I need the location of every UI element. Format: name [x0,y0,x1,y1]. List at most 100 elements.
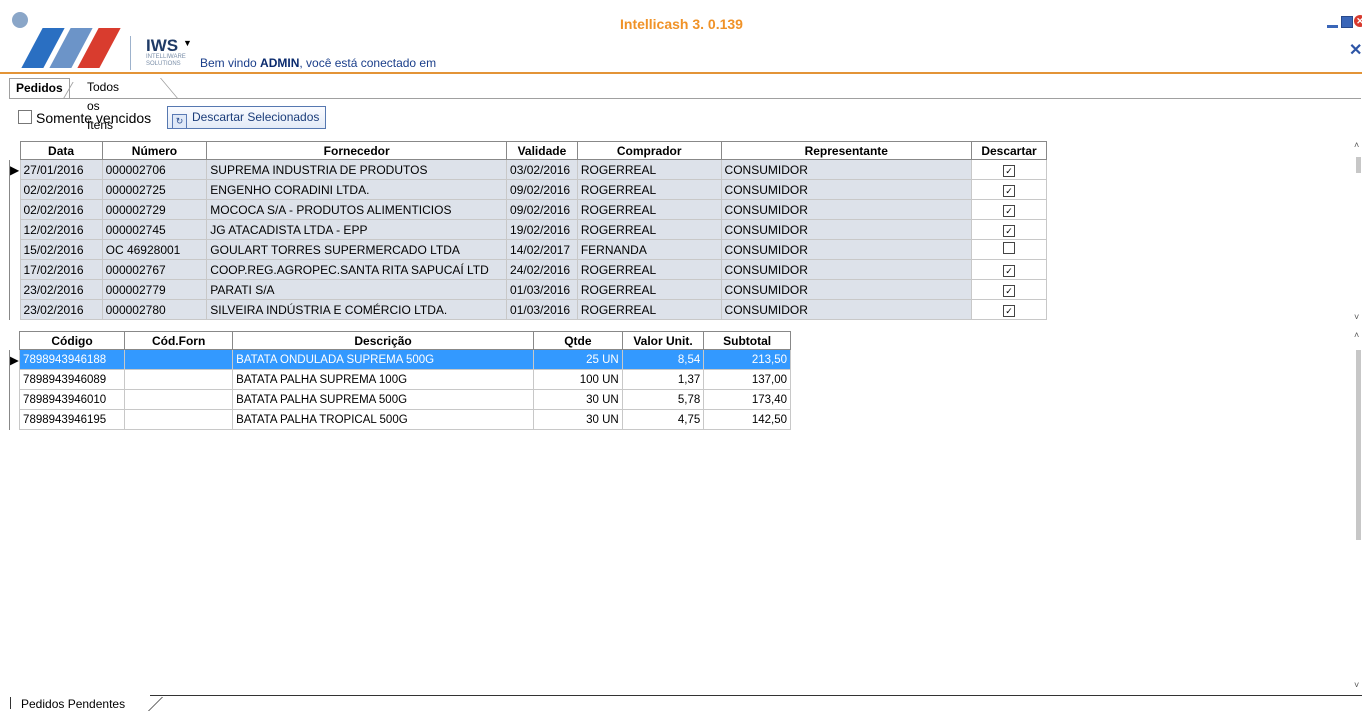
order-cell-numero[interactable]: 000002779 [101,279,208,300]
item-cell-cod-forn[interactable] [124,389,234,410]
order-cell-representante[interactable]: CONSUMIDOR [720,179,973,200]
order-cell-representante[interactable]: CONSUMIDOR [720,199,973,220]
checkbox-checked-icon[interactable]: ✓ [1003,204,1015,217]
order-cell-fornecedor[interactable]: ENGENHO CORADINI LTDA. [206,179,508,200]
order-cell-fornecedor[interactable]: JG ATACADISTA LTDA - EPP [206,219,508,240]
checkbox-checked-icon[interactable]: ✓ [1003,304,1015,317]
item-cell-qtde[interactable]: 100 UN [533,369,623,390]
column-header-representante[interactable]: Representante [720,141,973,160]
order-row[interactable]: 02/02/2016 000002725 ENGENHO CORADINI LTDA… [9,179,1047,200]
checkbox-icon[interactable] [18,110,32,124]
orders-scrollbar-thumb[interactable] [1356,157,1361,173]
item-cell-subtotal[interactable]: 137,00 [703,369,791,390]
order-cell-comprador[interactable]: ROGERREAL [576,179,722,200]
item-cell-descricao[interactable]: BATATA PALHA TROPICAL 500G [232,409,534,430]
column-header-validade[interactable]: Validade [506,141,578,160]
descartar-checkbox[interactable]: ✓ [971,279,1047,300]
item-row[interactable]: 7898943946010 BATATA PALHA SUPREMA 500G 30… [8,389,791,410]
order-row[interactable]: 15/02/2016 OC 46928001 GOULART TORRES SUPE… [9,239,1047,260]
item-cell-qtde[interactable]: 25 UN [533,349,623,370]
close-window-button[interactable]: ✕ [1354,15,1362,27]
item-cell-subtotal[interactable]: 213,50 [703,349,791,370]
order-cell-numero[interactable]: 000002745 [101,219,208,240]
order-cell-validade[interactable]: 09/02/2016 [506,199,578,220]
order-cell-fornecedor[interactable]: SILVEIRA INDÚSTRIA E COMÉRCIO LTDA. [206,299,508,320]
column-header-subtotal[interactable]: Subtotal [703,331,791,350]
order-cell-representante[interactable]: CONSUMIDOR [720,299,973,320]
item-cell-valor-unit[interactable]: 8,54 [621,349,705,370]
order-cell-comprador[interactable]: ROGERREAL [576,299,722,320]
order-cell-validade[interactable]: 24/02/2016 [506,259,578,280]
order-cell-representante[interactable]: CONSUMIDOR [720,259,973,280]
column-header-qtde[interactable]: Qtde [533,331,623,350]
item-row[interactable]: ▶ 7898943946188 BATATA ONDULADA SUPREMA 50… [8,349,791,370]
order-row[interactable]: 12/02/2016 000002745 JG ATACADISTA LTDA - … [9,219,1047,240]
column-header-cod-forn[interactable]: Cód.Forn [124,331,234,350]
item-cell-valor-unit[interactable]: 4,75 [621,409,705,430]
descartar-checkbox[interactable]: ✓ [971,179,1047,200]
column-header-valor-unit[interactable]: Valor Unit. [621,331,705,350]
order-cell-validade[interactable]: 01/03/2016 [506,279,578,300]
descartar-checkbox[interactable]: ✓ [971,259,1047,280]
order-cell-fornecedor[interactable]: COOP.REG.AGROPEC.SANTA RITA SAPUCAÍ LTD [206,259,508,280]
order-cell-data[interactable]: 27/01/2016 [19,159,103,180]
maximize-button[interactable] [1341,16,1353,28]
item-cell-codigo[interactable]: 7898943946188 [19,349,126,370]
checkbox-checked-icon[interactable]: ✓ [1003,184,1015,197]
item-cell-cod-forn[interactable] [124,409,234,430]
item-row[interactable]: 7898943946089 BATATA PALHA SUPREMA 100G 10… [8,369,791,390]
item-cell-descricao[interactable]: BATATA PALHA SUPREMA 100G [232,369,534,390]
column-header-comprador[interactable]: Comprador [576,141,722,160]
order-cell-numero[interactable]: 000002767 [101,259,208,280]
order-cell-data[interactable]: 02/02/2016 [19,179,103,200]
item-cell-descricao[interactable]: BATATA PALHA SUPREMA 500G [232,389,534,410]
descartar-checkbox[interactable]: ✓ [971,299,1047,320]
order-cell-validade[interactable]: 01/03/2016 [506,299,578,320]
order-cell-numero[interactable]: 000002729 [101,199,208,220]
column-header-descricao[interactable]: Descrição [232,331,534,350]
order-cell-validade[interactable]: 14/02/2017 [506,239,578,260]
order-cell-numero[interactable]: 000002780 [101,299,208,320]
item-row[interactable]: 7898943946195 BATATA PALHA TROPICAL 500G 3… [8,409,791,430]
order-cell-representante[interactable]: CONSUMIDOR [720,239,973,260]
column-header-numero[interactable]: Número [101,141,208,160]
order-cell-numero[interactable]: 000002706 [101,159,208,180]
order-cell-fornecedor[interactable]: PARATI S/A [206,279,508,300]
only-expired-checkbox[interactable]: Somente vencidos [18,110,151,126]
item-cell-descricao[interactable]: BATATA ONDULADA SUPREMA 500G [232,349,534,370]
items-scroll-up-arrow[interactable]: ˄ [1354,330,1359,340]
order-cell-numero[interactable]: OC 46928001 [101,239,208,260]
order-cell-fornecedor[interactable]: MOCOCA S/A - PRODUTOS ALIMENTICIOS [206,199,508,220]
checkbox-checked-icon[interactable]: ✓ [1003,264,1015,277]
order-cell-comprador[interactable]: ROGERREAL [576,259,722,280]
order-cell-comprador[interactable]: ROGERREAL [576,199,722,220]
order-row[interactable]: ▶ 27/01/2016 000002706 SUPREMA INDUSTRIA DE… [9,159,1047,180]
tab-pedidos-pendentes[interactable]: Pedidos Pendentes [10,697,125,711]
item-cell-codigo[interactable]: 7898943946089 [19,369,126,390]
checkbox-checked-icon[interactable]: ✓ [1003,284,1015,297]
order-cell-data[interactable]: 12/02/2016 [19,219,103,240]
checkbox-checked-icon[interactable] [1003,242,1015,254]
order-cell-data[interactable]: 23/02/2016 [19,279,103,300]
item-cell-cod-forn[interactable] [124,349,234,370]
checkbox-checked-icon[interactable]: ✓ [1003,224,1015,237]
tab-todos-os-itens[interactable]: Todos os Itens [81,78,125,132]
item-cell-valor-unit[interactable]: 5,78 [621,389,705,410]
order-cell-data[interactable]: 02/02/2016 [19,199,103,220]
order-cell-fornecedor[interactable]: SUPREMA INDUSTRIA DE PRODUTOS [206,159,508,180]
column-header-codigo[interactable]: Código [19,331,126,350]
order-row[interactable]: 23/02/2016 000002780 SILVEIRA INDÚSTRIA E … [9,299,1047,320]
order-cell-fornecedor[interactable]: GOULART TORRES SUPERMERCADO LTDA [206,239,508,260]
items-scrollbar-thumb[interactable] [1356,350,1361,540]
column-header-descartar[interactable]: Descartar [971,141,1047,160]
order-cell-comprador[interactable]: ROGERREAL [576,159,722,180]
scroll-down-arrow[interactable]: ˅ [1354,312,1359,322]
descartar-checkbox[interactable]: ✓ [971,159,1047,180]
order-row[interactable]: 23/02/2016 000002779 PARATI S/A 01/03/2016 R… [9,279,1047,300]
order-row[interactable]: 02/02/2016 000002729 MOCOCA S/A - PRODUTOS… [9,199,1047,220]
order-cell-validade[interactable]: 09/02/2016 [506,179,578,200]
item-cell-qtde[interactable]: 30 UN [533,389,623,410]
discard-selected-button[interactable]: ↻ Descartar Selecionados [167,106,327,129]
order-cell-comprador[interactable]: ROGERREAL [576,279,722,300]
item-cell-codigo[interactable]: 7898943946010 [19,389,126,410]
